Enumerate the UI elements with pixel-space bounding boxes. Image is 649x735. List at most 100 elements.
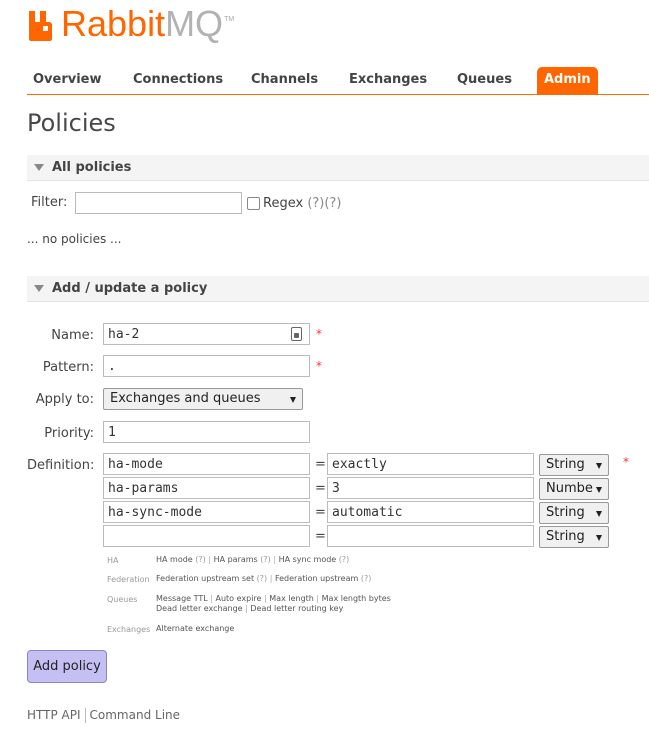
regex-checkbox[interactable] [247, 197, 260, 210]
definition-key-input[interactable] [103, 525, 310, 547]
collapse-triangle-icon [34, 164, 44, 171]
definition-key-input[interactable] [103, 501, 310, 523]
dropdown-arrow-icon [596, 511, 602, 517]
hint-row-queues-1: Message TTL | Auto expire | Max length |… [156, 594, 391, 604]
hint-separator: | [245, 604, 248, 613]
equals-sign: = [315, 529, 326, 544]
logo-mq-text: MQ [165, 3, 224, 44]
no-policies-text: ... no policies ... [27, 232, 122, 246]
all-policies-header-label: All policies [52, 160, 132, 175]
required-mark: * [316, 327, 322, 341]
equals-sign: = [315, 457, 326, 472]
hint-category-ha: HA [107, 556, 119, 565]
pattern-label: Pattern: [42, 360, 94, 375]
required-mark: * [316, 359, 322, 373]
nav-tab-channels[interactable]: Channels [251, 67, 318, 94]
hint-max-length-bytes[interactable]: Max length bytes [322, 594, 391, 603]
page-title: Policies [27, 109, 116, 137]
hint-ha-mode[interactable]: HA mode [156, 555, 193, 564]
hint-help-link[interactable]: (?) [260, 555, 271, 564]
logo-rabbit-text: Rabbit [61, 3, 166, 44]
nav-tab-queues[interactable]: Queues [457, 67, 512, 94]
dropdown-arrow-icon [596, 535, 602, 541]
collapse-triangle-icon [34, 285, 44, 292]
add-policy-header-label: Add / update a policy [52, 281, 208, 296]
definition-value-input[interactable] [327, 501, 534, 523]
definition-label: Definition: [27, 458, 95, 473]
nav-tab-connections[interactable]: Connections [133, 67, 223, 94]
definition-type-value: String [546, 505, 585, 520]
nav-tab-admin[interactable]: Admin [537, 67, 598, 94]
hint-alternate-exchange[interactable]: Alternate exchange [156, 624, 234, 633]
regex-help-link-1[interactable]: (?) [307, 196, 324, 211]
definition-type-value: Numbe [546, 481, 593, 496]
hint-separator: | [208, 555, 212, 564]
definition-type-select[interactable]: Numbe [539, 478, 609, 500]
filter-input[interactable] [75, 192, 242, 214]
hint-dead-letter-routing-key[interactable]: Dead letter routing key [250, 604, 343, 613]
all-policies-header[interactable]: All policies [27, 155, 649, 181]
equals-sign: = [315, 481, 326, 496]
hint-message-ttl[interactable]: Message TTL [156, 594, 208, 603]
hint-separator: | [316, 594, 320, 603]
definition-type-value: String [546, 457, 585, 472]
hint-separator: | [264, 594, 267, 603]
equals-sign: = [315, 505, 326, 520]
nav-tab-exchanges[interactable]: Exchanges [349, 67, 427, 94]
password-manager-icon[interactable] [291, 327, 302, 341]
apply-to-value: Exchanges and queues [110, 391, 261, 406]
rabbitmq-logo-icon [29, 11, 52, 41]
definition-key-input[interactable] [103, 453, 310, 475]
dropdown-arrow-icon [596, 487, 602, 493]
filter-label: Filter: [31, 195, 68, 210]
hint-federation-upstream-set[interactable]: Federation upstream set [156, 574, 254, 583]
nav-tab-overview[interactable]: Overview [33, 67, 102, 94]
hint-federation-upstream[interactable]: Federation upstream [275, 574, 358, 583]
hint-help-link[interactable]: (?) [257, 574, 268, 583]
hint-auto-expire[interactable]: Auto expire [216, 594, 262, 603]
definition-value-input[interactable] [327, 525, 534, 547]
hint-ha-params[interactable]: HA params [214, 555, 258, 564]
hint-ha-sync-mode[interactable]: HA sync mode [279, 555, 337, 564]
hint-help-link[interactable]: (?) [361, 574, 372, 583]
name-input[interactable] [103, 323, 310, 345]
apply-to-label: Apply to: [35, 392, 94, 407]
footer-command-line-link[interactable]: Command Line [90, 708, 181, 722]
apply-to-select[interactable]: Exchanges and queues [103, 388, 303, 410]
pattern-input[interactable] [103, 355, 310, 377]
hint-separator: | [269, 574, 273, 583]
hint-row-ha: HA mode (?) | HA params (?) | HA sync mo… [156, 555, 349, 565]
definition-type-select[interactable]: String [539, 454, 609, 476]
definition-type-select[interactable]: String [539, 502, 609, 524]
name-label: Name: [51, 328, 94, 343]
definition-type-select[interactable]: String [539, 526, 609, 548]
hint-category-exchanges: Exchanges [107, 625, 151, 634]
hint-dead-letter-exchange[interactable]: Dead letter exchange [156, 604, 243, 613]
logo-tm-text: TM [224, 16, 235, 23]
footer: HTTP API Command Line [27, 708, 180, 723]
hint-help-link[interactable]: (?) [195, 555, 206, 564]
hint-separator: | [210, 594, 213, 603]
definition-type-value: String [546, 529, 585, 544]
definition-value-input[interactable] [327, 453, 534, 475]
hint-row-exchanges: Alternate exchange [156, 624, 234, 634]
definition-key-input[interactable] [103, 477, 310, 499]
logo-wordmark: RabbitMQTM [61, 3, 235, 44]
add-policy-header[interactable]: Add / update a policy [27, 276, 649, 302]
hint-separator: | [273, 555, 277, 564]
hint-category-queues: Queues [107, 595, 138, 604]
main-nav: Overview Connections Channels Exchanges … [27, 67, 649, 95]
regex-label-text: Regex [263, 196, 304, 211]
definition-value-input[interactable] [327, 477, 534, 499]
priority-label: Priority: [44, 426, 94, 441]
add-policy-button[interactable]: Add policy [27, 650, 107, 683]
hint-row-federation: Federation upstream set (?) | Federation… [156, 574, 371, 584]
footer-divider [84, 708, 86, 723]
priority-input[interactable] [103, 421, 310, 443]
hint-category-federation: Federation [107, 575, 150, 584]
regex-label: Regex (?)(?) [263, 196, 341, 211]
hint-max-length[interactable]: Max length [269, 594, 314, 603]
regex-help-link-2[interactable]: (?) [324, 196, 341, 211]
hint-help-link[interactable]: (?) [339, 555, 350, 564]
footer-http-api-link[interactable]: HTTP API [27, 708, 81, 722]
